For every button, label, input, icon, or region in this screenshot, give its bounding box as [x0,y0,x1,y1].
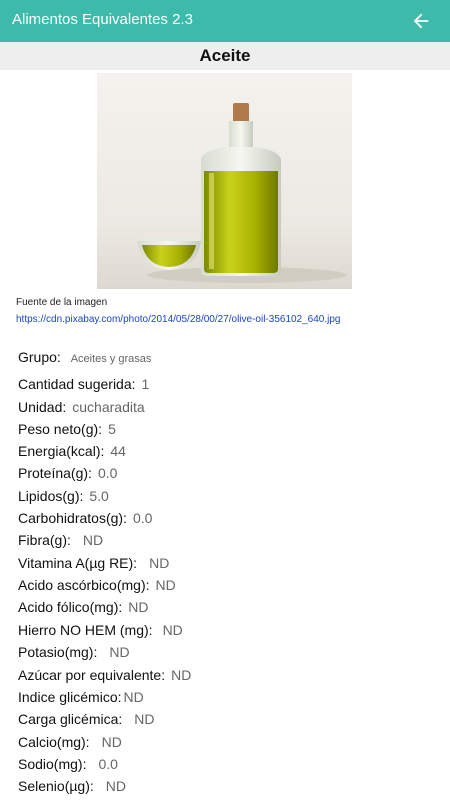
energia-label: Energia(kcal): [18,443,105,459]
sodio-label: Sodio(mg): [18,756,87,772]
food-image [97,73,352,289]
grupo-label: Grupo: [18,349,61,365]
detail-row-grupo: Grupo: Aceites y grasas [18,349,151,365]
detail-row-calcio: Calcio(mg): ND [18,734,122,750]
detail-row-proteina: Proteína(g): 0.0 [18,465,117,481]
vitamina-a-label: Vitamina A(µg RE): [18,555,138,571]
back-button[interactable] [408,8,434,34]
lipidos-value: 5.0 [89,488,109,504]
detail-row-sodio: Sodio(mg): 0.0 [18,756,118,772]
detail-row-vitamina-a: Vitamina A(µg RE): ND [18,555,169,571]
detail-row-unidad: Unidad: cucharadita [18,399,145,415]
detail-row-selenio: Selenio(µg): ND [18,778,126,794]
acido-folico-value: ND [128,599,149,615]
carbohidratos-value: 0.0 [132,510,153,526]
carga-glicemica-label: Carga glicémica: [18,711,123,727]
proteina-value: 0.0 [97,465,118,481]
indice-glicemico-value: ND [123,689,144,705]
potasio-value: ND [109,644,130,660]
calcio-label: Calcio(mg): [18,734,90,750]
detail-row-indice-glicemico: Indice glicémico: ND [18,689,144,705]
selenio-value: ND [105,778,127,794]
fibra-label: Fibra(g): [18,532,71,548]
detail-row-acido-folico: Acido fólico(mg): ND [18,599,149,615]
carbohidratos-label: Carbohidratos(g): [18,510,127,526]
hierro-label: Hierro NO HEM (mg): [18,622,153,638]
fibra-value: ND [82,532,104,548]
proteina-label: Proteína(g): [18,465,92,481]
unidad-label: Unidad: [18,399,67,415]
detail-row-fibra: Fibra(g): ND [18,532,103,548]
vitamina-a-value: ND [149,555,170,571]
selenio-label: Selenio(µg): [18,778,94,794]
unidad-value: cucharadita [72,399,145,415]
app-title: Alimentos Equivalentes 2.3 [12,11,193,28]
grupo-value: Aceites y grasas [70,353,152,365]
energia-value: 44 [110,443,126,459]
detail-row-lipidos: Lipidos(g): 5.0 [18,488,109,504]
image-credit-label: Fuente de la imagen [16,297,108,308]
image-credit-link[interactable]: https://cdn.pixabay.com/photo/2014/05/28… [16,314,341,325]
potasio-label: Potasio(mg): [18,644,98,660]
detail-row-hierro: Hierro NO HEM (mg): ND [18,622,183,638]
carga-glicemica-value: ND [134,711,155,727]
detail-row-azucar: Azúcar por equivalente: ND [18,667,191,683]
peso-label: Peso neto(g): [18,421,103,437]
indice-glicemico-label: Indice glicémico: [18,689,122,705]
app-bar: Alimentos Equivalentes 2.3 [0,0,450,42]
azucar-value: ND [171,667,192,683]
cantidad-value: 1 [141,376,150,392]
cantidad-label: Cantidad sugerida: [18,376,136,392]
sodio-value: 0.0 [98,756,118,772]
arrow-left-icon [413,13,429,29]
peso-value: 5 [108,421,116,437]
food-name: Aceite [199,46,251,65]
hierro-value: ND [162,622,183,638]
detail-row-energia: Energia(kcal): 44 [18,443,126,459]
azucar-label: Azúcar por equivalente: [18,667,166,683]
olive-oil-photo [137,103,347,283]
acido-ascorbico-value: ND [155,577,176,593]
detail-row-carbohidratos: Carbohidratos(g): 0.0 [18,510,152,526]
detail-row-potasio: Potasio(mg): ND [18,644,130,660]
detail-row-cantidad: Cantidad sugerida: 1 [18,376,149,392]
detail-row-peso: Peso neto(g): 5 [18,421,116,437]
detail-row-acido-ascorbico: Acido ascórbico(mg): ND [18,577,176,593]
acido-ascorbico-label: Acido ascórbico(mg): [18,577,150,593]
acido-folico-label: Acido fólico(mg): [18,599,123,615]
food-header: Aceite [0,42,450,70]
calcio-value: ND [101,734,122,750]
lipidos-label: Lipidos(g): [18,488,84,504]
detail-row-carga-glicemica: Carga glicémica: ND [18,711,155,727]
